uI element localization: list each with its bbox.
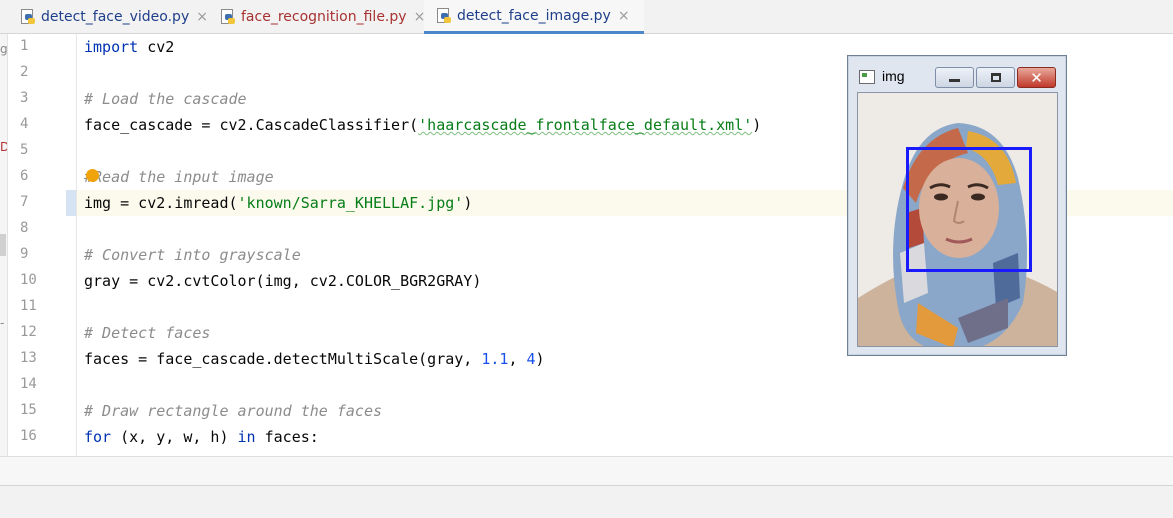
code-line-13: faces = face_cascade.detectMultiScale(gr… [84, 346, 545, 372]
code-text: ) [463, 194, 473, 212]
tab-detect-face-video[interactable]: detect_face_video.py × [20, 0, 208, 34]
status-bar [0, 485, 1173, 518]
lightbulb-icon[interactable] [86, 169, 100, 182]
code-text: face_cascade = cv2.CascadeClassifier( [84, 116, 419, 134]
line-number: 6 [20, 168, 29, 184]
tab-detect-face-image[interactable]: detect_face_image.py × [424, 0, 644, 34]
horizontal-scrollbar[interactable] [0, 456, 1173, 485]
code-text: cv2 [138, 38, 175, 56]
edge-scroll-marker [0, 234, 6, 256]
string-literal: 'known/Sarra_KHELLAF.jpg' [237, 194, 464, 212]
keyword: for [84, 428, 112, 446]
close-icon: ✕ [1030, 68, 1043, 87]
minimize-button[interactable] [935, 67, 974, 88]
code-line-10: gray = cv2.cvtColor(img, cv2.COLOR_BGR2G… [84, 272, 482, 290]
number-literal: 4 [526, 350, 536, 368]
line-number: 3 [20, 90, 29, 106]
line-number: 12 [20, 324, 37, 340]
python-file-icon [220, 9, 236, 25]
tab-label: face_recognition_file.py [241, 9, 407, 25]
line-number: 5 [20, 142, 29, 158]
code-line-9: # Convert into grayscale [84, 246, 301, 264]
python-file-icon [436, 7, 452, 24]
line-number: 15 [20, 402, 37, 418]
left-edge-strip: g D - [0, 34, 8, 456]
code-text: faces: [255, 428, 319, 446]
maximize-icon [990, 73, 1001, 82]
line-number: 11 [20, 298, 37, 314]
code-text: ) [752, 116, 762, 134]
code-line-7: img = cv2.imread('known/Sarra_KHELLAF.jp… [84, 190, 472, 216]
code-line-16: for (x, y, w, h) in faces: [84, 424, 319, 450]
detected-face-photo [857, 92, 1058, 347]
window-title: img [882, 68, 905, 84]
line-number: 2 [20, 64, 29, 80]
keyword: import [84, 38, 139, 56]
close-icon[interactable]: × [196, 9, 208, 25]
close-window-button[interactable]: ✕ [1017, 67, 1056, 88]
number-literal: 1.1 [481, 350, 509, 368]
line-number: 1 [20, 38, 29, 54]
tab-label: detect_face_video.py [41, 9, 190, 25]
code-line-15: # Draw rectangle around the faces [84, 402, 383, 420]
keyword: in [237, 428, 256, 446]
python-file-icon [20, 9, 36, 25]
line-number: 8 [20, 220, 29, 236]
code-line-4: face_cascade = cv2.CascadeClassifier('ha… [84, 112, 761, 138]
current-line-gutter-marker [66, 190, 76, 216]
edge-mark: D [0, 140, 7, 154]
code-text: , [508, 350, 527, 368]
window-app-icon [859, 70, 875, 84]
line-number: 4 [20, 116, 29, 132]
code-line-3: # Load the cascade [84, 90, 247, 108]
code-text: ) [535, 350, 545, 368]
tab-face-recognition-file[interactable]: face_recognition_file.py × [220, 0, 425, 34]
tab-label: detect_face_image.py [457, 7, 611, 24]
line-number: 10 [20, 272, 37, 288]
code-line-12: # Detect faces [84, 324, 211, 342]
window-titlebar[interactable]: img ✕ [848, 56, 1066, 90]
edge-mark: g [0, 42, 8, 56]
code-line-6: #Read the input image [84, 164, 274, 190]
editor-tab-bar: detect_face_video.py × face_recognition_… [0, 0, 1173, 34]
close-icon[interactable]: × [618, 8, 630, 24]
line-number: 7 [20, 194, 29, 210]
line-number: 13 [20, 350, 37, 366]
code-line-1: import cv2 [84, 34, 174, 60]
image-window[interactable]: img ✕ [847, 55, 1067, 356]
maximize-button[interactable] [976, 67, 1015, 88]
line-number: 9 [20, 246, 29, 262]
edge-mark: - [0, 316, 5, 330]
comment-text: Read the input image [93, 168, 274, 186]
code-text: (x, y, w, h) [111, 428, 238, 446]
face-detection-rectangle [906, 147, 1032, 272]
minimize-icon [949, 79, 960, 82]
code-text: img = cv2.imread( [84, 194, 238, 212]
line-number-gutter: 1 2 3 4 5 6 7 8 9 10 11 12 13 14 15 16 [8, 34, 77, 456]
line-number: 16 [20, 428, 37, 444]
string-literal: 'haarcascade_frontalface_default.xml' [418, 116, 753, 134]
line-number: 14 [20, 376, 37, 392]
code-text: faces = face_cascade.detectMultiScale(gr… [84, 350, 482, 368]
